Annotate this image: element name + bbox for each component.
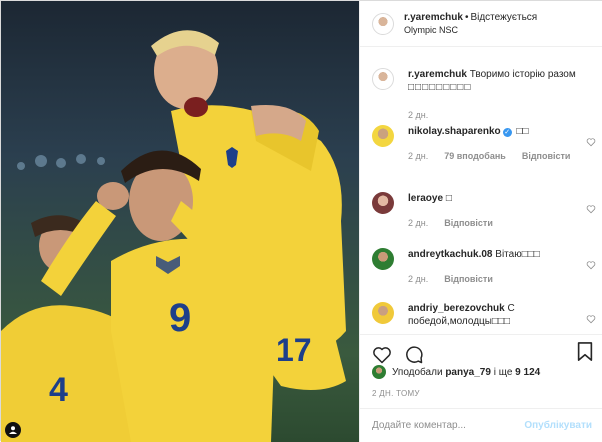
- commenter-avatar[interactable]: [372, 68, 394, 90]
- author-username[interactable]: r.yaremchuk: [404, 12, 463, 23]
- comments-list[interactable]: r.yaremchuk Творимо історію разом □□□□□□…: [360, 48, 602, 334]
- save-button[interactable]: [576, 342, 594, 365]
- post-side-panel: r.yaremchuk • Відстежується Olympic NSC r.…: [359, 1, 602, 442]
- commenter-username[interactable]: r.yaremchuk: [408, 69, 467, 80]
- heart-icon[interactable]: [586, 204, 596, 214]
- commenter-avatar[interactable]: [372, 302, 394, 324]
- liker-username[interactable]: panya_79: [445, 367, 491, 378]
- comment-input[interactable]: [372, 420, 525, 431]
- comment-button[interactable]: [404, 345, 424, 365]
- add-comment-bar: Опублікувати: [360, 408, 602, 442]
- commenter-username[interactable]: nikolay.shaparenko: [408, 126, 501, 137]
- comment-time[interactable]: 2 дн.: [408, 110, 428, 120]
- reply-button[interactable]: Відповісти: [522, 151, 571, 161]
- commenter-username[interactable]: leraoye: [408, 193, 443, 204]
- caption-row: r.yaremchuk Творимо історію разом □□□□□□…: [372, 68, 596, 128]
- comment-time[interactable]: 2 дн.: [408, 151, 428, 161]
- comment-row: andreytkachuk.08 Вітаю□□□ 2 дн. Відповіс…: [372, 248, 596, 298]
- reply-button[interactable]: Відповісти: [444, 218, 493, 228]
- post-location[interactable]: Olympic NSC: [404, 24, 537, 37]
- comment-text: □: [445, 193, 452, 204]
- likes-conjunction: і ще: [493, 366, 513, 378]
- comment-text: □□: [516, 126, 529, 137]
- bookmark-icon[interactable]: [576, 342, 594, 362]
- speech-bubble-icon[interactable]: [404, 345, 424, 365]
- comment-row: nikolay.shaparenko ✓ □□ 2 дн. 79 вподобан…: [372, 125, 596, 177]
- jersey-number-front: 9: [169, 296, 191, 340]
- photo-artwork: 4 17 9: [1, 30, 346, 442]
- author-avatar[interactable]: [372, 12, 394, 35]
- liker-avatar[interactable]: [372, 365, 386, 379]
- post-photo[interactable]: 4 17 9: [1, 1, 359, 442]
- commenter-username[interactable]: andreytkachuk.08: [408, 249, 493, 260]
- likes-summary: Уподобали panya_79 і ще 9 124: [372, 365, 540, 379]
- tag-people-icon[interactable]: [5, 422, 21, 438]
- post-header: r.yaremchuk • Відстежується Olympic NSC: [360, 1, 602, 47]
- publish-button[interactable]: Опублікувати: [524, 420, 592, 431]
- heart-icon[interactable]: [372, 345, 392, 365]
- comment-time[interactable]: 2 дн.: [408, 218, 428, 228]
- heart-icon[interactable]: [586, 314, 596, 324]
- comment-text: Вітаю□□□: [495, 249, 540, 260]
- comment-row: andriy_berezovchuk С победой,молодцы□□□: [372, 302, 596, 334]
- likes-count[interactable]: 9 124: [515, 367, 540, 378]
- follow-status[interactable]: Відстежується: [470, 12, 537, 23]
- comment-row: leraoye □ 2 дн. Відповісти: [372, 192, 596, 242]
- like-button[interactable]: [372, 345, 392, 365]
- comment-emoji: □□□□□□□□□: [408, 82, 472, 93]
- likes-prefix: Уподобали: [392, 366, 443, 378]
- comment-time[interactable]: 2 дн.: [408, 274, 428, 284]
- commenter-avatar[interactable]: [372, 248, 394, 270]
- post-timestamp[interactable]: 2 ДН. ТОМУ: [372, 389, 420, 398]
- jersey-number-top: 17: [276, 332, 312, 368]
- separator-dot: •: [464, 11, 469, 23]
- commenter-avatar[interactable]: [372, 192, 394, 214]
- verified-badge-icon: ✓: [502, 128, 512, 137]
- jersey-number-left: 4: [49, 371, 68, 409]
- heart-icon[interactable]: [586, 137, 596, 147]
- post-dialog: 4 17 9 r.yaremchuk • Відстежується Olymp…: [0, 0, 602, 442]
- reply-button[interactable]: Відповісти: [444, 274, 493, 284]
- heart-icon[interactable]: [586, 260, 596, 270]
- comment-likes[interactable]: 79 вподобань: [444, 151, 506, 161]
- commenter-username[interactable]: andriy_berezovchuk: [408, 303, 505, 314]
- commenter-avatar[interactable]: [372, 125, 394, 147]
- comment-text: Творимо історію разом: [469, 69, 576, 80]
